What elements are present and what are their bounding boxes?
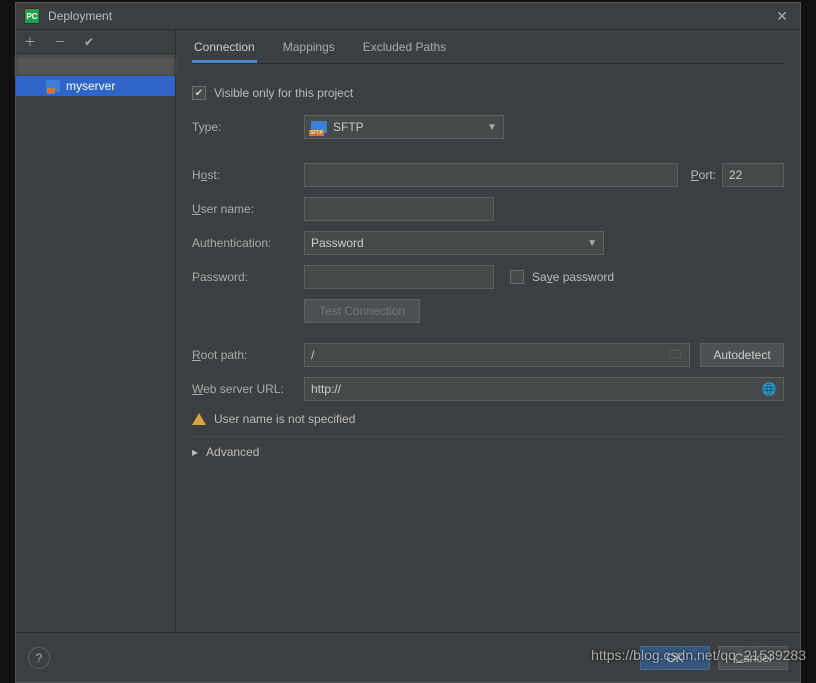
warning-row: User name is not specified	[192, 406, 784, 432]
visible-only-checkbox[interactable]: ✔	[192, 86, 206, 100]
row-visible-only: ✔ Visible only for this project	[192, 76, 784, 110]
row-auth: Authentication: Password ▼	[192, 226, 784, 260]
dialog-body: ＋ － ✔ myserver Connection Mappings Exclu…	[16, 29, 800, 632]
save-password-checkbox[interactable]	[510, 270, 524, 284]
check-icon[interactable]: ✔	[84, 35, 94, 49]
add-icon[interactable]: ＋	[24, 33, 36, 50]
cancel-button[interactable]: Cancel	[718, 646, 788, 670]
row-host: Host: Port:	[192, 158, 784, 192]
dialog-footer: ? OK Cancel	[16, 632, 800, 682]
chevron-down-icon: ▼	[487, 122, 497, 133]
username-label: User name:	[192, 202, 304, 216]
sidebar: ＋ － ✔ myserver	[16, 30, 176, 632]
row-username: User name:	[192, 192, 784, 226]
remove-icon[interactable]: －	[54, 33, 66, 50]
close-icon[interactable]: ✕	[772, 8, 792, 25]
port-label: Port:	[678, 168, 722, 182]
main-panel: Connection Mappings Excluded Paths ✔ Vis…	[176, 30, 800, 632]
warning-icon	[192, 413, 206, 425]
folder-icon[interactable]: 🗀	[667, 345, 683, 366]
password-input[interactable]	[304, 265, 494, 289]
tab-excluded[interactable]: Excluded Paths	[361, 34, 448, 63]
deployment-dialog: PC Deployment ✕ ＋ － ✔ myserver C	[15, 2, 801, 683]
pycharm-icon: PC	[24, 8, 40, 24]
chevron-right-icon: ▸	[192, 445, 198, 459]
row-type: Type: SFTP ▼	[192, 110, 784, 144]
globe-icon[interactable]: 🌐	[761, 382, 777, 396]
connection-form: ✔ Visible only for this project Type: SF…	[192, 64, 784, 479]
web-url-label: Web server URL:	[192, 382, 304, 396]
port-input[interactable]	[722, 163, 784, 187]
server-tree: myserver	[16, 54, 175, 632]
chevron-down-icon: ▼	[587, 238, 597, 249]
row-password: Password: Save password	[192, 260, 784, 294]
visible-only-label: Visible only for this project	[214, 86, 353, 100]
host-label: Host:	[192, 168, 304, 182]
web-url-input[interactable]: http:// 🌐	[304, 377, 784, 401]
sidebar-toolbar: ＋ － ✔	[16, 30, 175, 54]
row-root: Root path: / 🗀 Autodetect	[192, 338, 784, 372]
help-button[interactable]: ?	[28, 647, 50, 669]
root-label: Root path:	[192, 348, 304, 362]
window-title: Deployment	[48, 9, 772, 23]
save-password-label: Save password	[532, 270, 614, 284]
root-path-input[interactable]: / 🗀	[304, 343, 690, 367]
type-combo[interactable]: SFTP ▼	[304, 115, 504, 139]
password-label: Password:	[192, 270, 304, 284]
advanced-toggle[interactable]: ▸ Advanced	[192, 436, 784, 467]
type-label: Type:	[192, 120, 304, 134]
row-test: Test Connection	[192, 294, 784, 328]
test-connection-button[interactable]: Test Connection	[304, 299, 420, 323]
row-web-url: Web server URL: http:// 🌐	[192, 372, 784, 406]
auth-combo[interactable]: Password ▼	[304, 231, 604, 255]
server-icon	[46, 80, 60, 92]
tab-connection[interactable]: Connection	[192, 34, 257, 63]
autodetect-button[interactable]: Autodetect	[700, 343, 784, 367]
username-input[interactable]	[304, 197, 494, 221]
titlebar: PC Deployment ✕	[16, 3, 800, 29]
server-item-hidden[interactable]	[16, 56, 175, 76]
ok-button[interactable]: OK	[640, 646, 710, 670]
server-item-myserver[interactable]: myserver	[16, 76, 175, 96]
warning-text: User name is not specified	[214, 412, 355, 426]
tabs: Connection Mappings Excluded Paths	[192, 30, 784, 64]
host-input[interactable]	[304, 163, 678, 187]
auth-label: Authentication:	[192, 236, 304, 250]
server-label: myserver	[66, 79, 115, 93]
sftp-icon	[311, 121, 327, 133]
tab-mappings[interactable]: Mappings	[281, 34, 337, 63]
